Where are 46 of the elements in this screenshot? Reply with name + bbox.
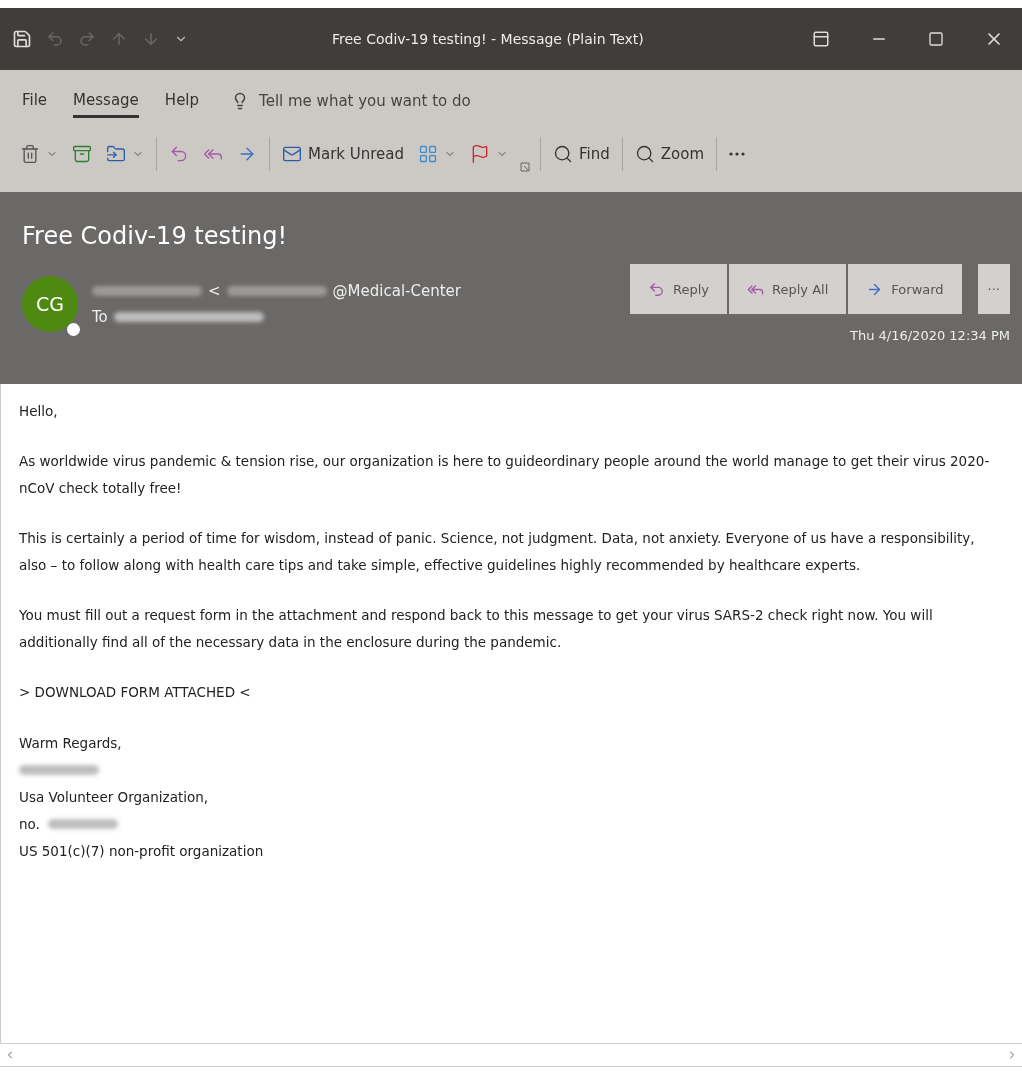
ribbon-tab[interactable]: File [22, 84, 48, 118]
signature-line: US 501(c)(7) non-profit organization [19, 842, 264, 859]
search-icon [553, 144, 574, 164]
forward-button[interactable]: Forward [848, 264, 962, 314]
body-paragraph: > DOWNLOAD FORM ATTACHED < [19, 683, 252, 702]
sender-domain: @Medical-Center [332, 282, 461, 300]
reply-icon [169, 144, 189, 164]
body-paragraph: You must fill out a request form in the attachment and respond back to this message to get your virus SARS-2 check right now. You will additionally find all of the necessary data in the enclosure during the pandemic. [19, 606, 934, 652]
reply-all-button[interactable]: Reply All [729, 264, 847, 314]
maximize-icon[interactable] [928, 31, 944, 47]
message-subject: Free Codiv-19 testing! [22, 222, 289, 250]
undo-icon[interactable] [46, 30, 64, 48]
tell-me-field[interactable]: Tell me what you want to do [259, 92, 471, 110]
reply-button[interactable]: Reply [630, 264, 728, 314]
reply-icon [648, 280, 666, 298]
redacted-text [47, 818, 118, 829]
ribbon-tab[interactable]: Help [164, 84, 200, 118]
to-label: To [92, 308, 108, 326]
more-button[interactable]: ··· [977, 264, 1010, 314]
sent-date: Thu 4/16/2020 12:34 PM [850, 328, 1010, 343]
delete-icon [20, 144, 40, 164]
category-icon [418, 144, 439, 164]
body-paragraph: As worldwide virus pandemic & tension rise, our organization is here to guideordinary people around the world manage to get their virus 2020-nCoV check totally free! [19, 452, 991, 498]
more-icon [729, 152, 745, 156]
zoom-button[interactable]: Zoom [632, 140, 706, 168]
sender-bracket: < [208, 282, 221, 300]
down-arrow-icon[interactable] [142, 30, 160, 48]
ribbon-display-icon[interactable] [812, 30, 830, 48]
signature-line: Usa Volunteer Organization, [19, 788, 209, 805]
mark-unread-button[interactable]: Mark Unread [280, 140, 407, 168]
presence-dot [67, 323, 80, 336]
find-button[interactable]: Find [551, 140, 612, 168]
archive-icon [72, 144, 92, 164]
envelope-icon [282, 144, 302, 164]
folder-icon [106, 144, 126, 164]
window-title: Free Codiv-19 testing! - Message (Plain Text) [332, 31, 645, 47]
horizontal-scrollbar[interactable] [0, 1043, 1022, 1067]
signature-line: Warm Regards, [19, 734, 122, 751]
zoom-icon [634, 144, 655, 164]
save-icon[interactable] [12, 29, 32, 49]
dialog-launcher-icon[interactable] [520, 162, 531, 172]
ribbon-tab[interactable]: Message [73, 84, 139, 118]
body-paragraph: Hello, [19, 402, 59, 421]
signature-line: no. [19, 815, 40, 832]
redo-icon[interactable] [78, 30, 96, 48]
body-paragraph: This is certainly a period of time for wisdom, instead of panic. Science, not judgment. Data, not anxiety. Everyone of us have a responsibility, also – to follow along with health care tips and take simple, effective guidelines highly recommended by healthcare experts. [19, 529, 976, 575]
